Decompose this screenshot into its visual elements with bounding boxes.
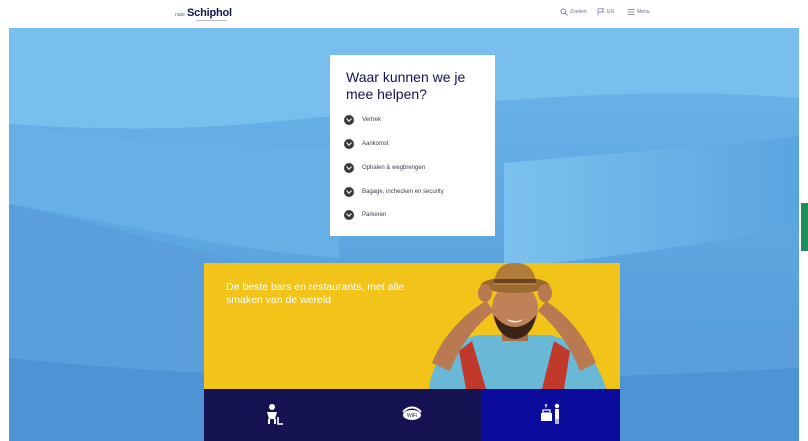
chevron-circle-icon xyxy=(344,115,354,125)
help-link-label: Bagage, inchecken en security xyxy=(362,189,444,195)
wifi-icon: WiFi xyxy=(402,406,422,420)
baggage-check-icon xyxy=(540,403,559,424)
traveler-photo xyxy=(429,263,606,389)
brand-name: Schiphol xyxy=(187,7,232,19)
wifi-tile[interactable]: WiFi xyxy=(343,389,481,441)
menu-label: Menu xyxy=(637,9,650,15)
search-link[interactable]: Zoeken xyxy=(560,8,587,16)
help-link-bagage[interactable]: Bagage, inchecken en security xyxy=(344,187,444,197)
chevron-circle-icon xyxy=(344,163,354,173)
help-title: Waar kunnen we je mee helpen? xyxy=(346,69,466,102)
assistance-tile[interactable] xyxy=(204,389,343,441)
baggage-check-tile[interactable] xyxy=(481,389,620,441)
search-label: Zoeken xyxy=(570,9,587,15)
search-icon xyxy=(560,8,568,16)
brand-prefix: naar xyxy=(175,12,186,18)
chevron-circle-icon xyxy=(344,210,354,220)
svg-text:WiFi: WiFi xyxy=(407,413,417,419)
help-link-parkeren[interactable]: Parkeren xyxy=(344,210,386,220)
help-link-aankomst[interactable]: Aankomst xyxy=(344,139,389,149)
language-label: EN xyxy=(607,9,614,15)
help-link-label: Parkeren xyxy=(362,212,387,218)
feedback-side-tab[interactable] xyxy=(801,203,808,251)
menu-button[interactable]: Menu xyxy=(627,8,650,16)
assistance-icon xyxy=(266,404,283,425)
flag-icon xyxy=(597,8,605,16)
chevron-circle-icon xyxy=(344,187,354,197)
help-link-label: Vertrek xyxy=(362,117,382,123)
brand-underline xyxy=(196,20,226,21)
help-card: Waar kunnen we je mee helpen? Vertrek Aa… xyxy=(330,55,495,236)
menu-icon xyxy=(627,9,635,15)
language-switch[interactable]: EN xyxy=(597,8,614,16)
help-link-ophalen[interactable]: Ophalen & wegbrengen xyxy=(344,163,425,173)
top-navigation-bar: naar Schiphol Zoeken EN Menu xyxy=(0,0,808,26)
chevron-circle-icon xyxy=(344,139,354,149)
help-link-vertrek[interactable]: Vertrek xyxy=(344,115,381,125)
help-link-label: Aankomst xyxy=(362,141,389,147)
restaurants-promo-banner[interactable]: De beste bars en restaurants, met alle s… xyxy=(204,263,620,389)
help-link-label: Ophalen & wegbrengen xyxy=(362,165,426,171)
schiphol-logo[interactable]: naar Schiphol xyxy=(175,7,232,19)
